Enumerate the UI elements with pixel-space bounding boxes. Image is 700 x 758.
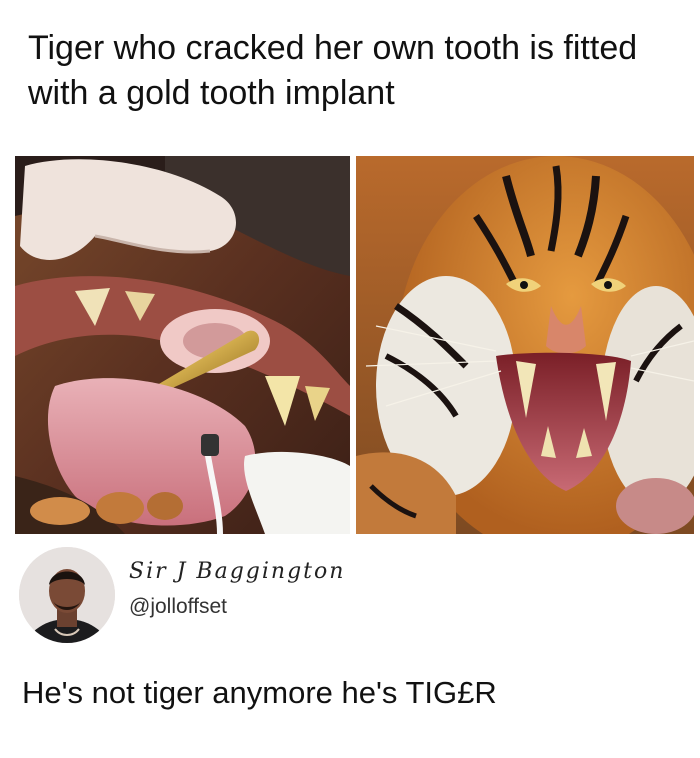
tweet-text: He's not tiger anymore he's TIG£R: [22, 675, 497, 710]
user-handle[interactable]: @jolloffset: [129, 595, 227, 619]
roaring-tiger-photo: [356, 156, 694, 534]
tiger-gold-tooth-photo: [15, 156, 350, 534]
headline: Tiger who cracked her own tooth is fitte…: [28, 29, 638, 112]
tweet-author: Sir J Baggington @jolloffset: [19, 545, 679, 645]
display-name[interactable]: Sir J Baggington: [129, 559, 345, 584]
user-avatar[interactable]: [19, 547, 115, 643]
